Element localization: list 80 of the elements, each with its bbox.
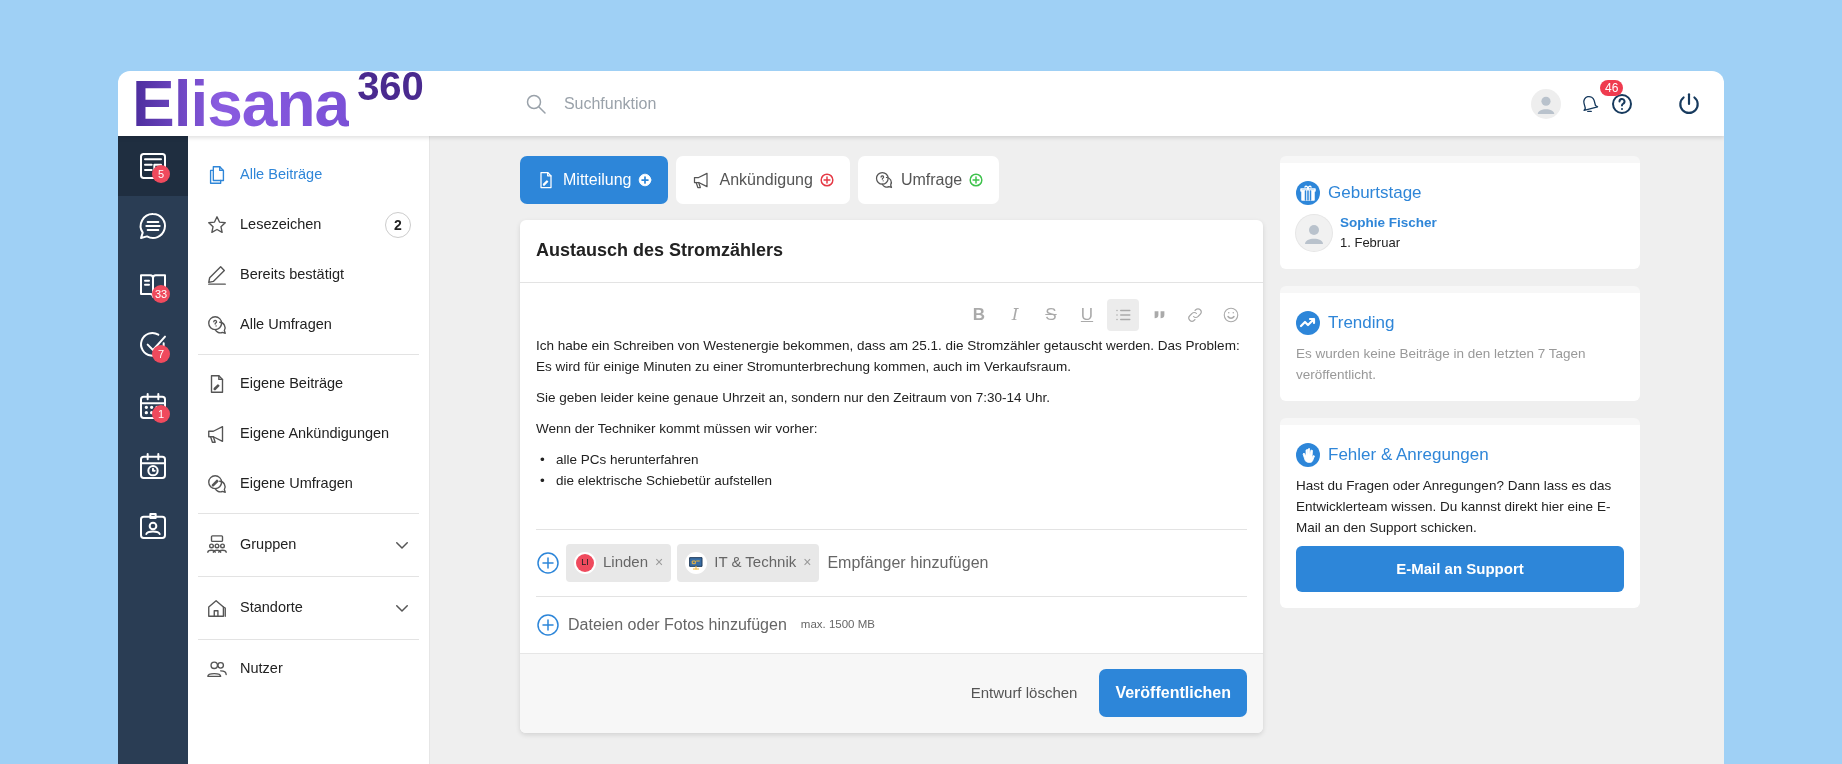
chip-label: IT & Technik <box>714 552 797 573</box>
plus-circle-icon <box>536 550 560 575</box>
body-paragraph: Sie geben leider keine genaue Uhrzeit an, sondern nur den Zeitraum von 7:30-14 Uhr. <box>536 388 1052 407</box>
bullet-item: alle PCs herunterfahren <box>556 450 699 469</box>
widget-text: Es wurden keine Beiträge in den letzten 7 Tagen veröffentlicht. <box>1296 344 1587 384</box>
help-icon <box>1610 91 1634 116</box>
count-badge: 33 <box>152 285 171 303</box>
rail-item[interactable]: 5 <box>118 136 188 196</box>
bullet-item: die elektrische Schiebetür aufstellen <box>556 471 773 490</box>
remove-recipient-button[interactable]: × <box>803 552 812 574</box>
trend-chart-icon <box>1296 310 1320 335</box>
pen-bubbles-icon <box>206 473 228 495</box>
rail-item[interactable]: 7 <box>118 316 188 376</box>
monitor-icon <box>688 554 705 571</box>
count-badge: 5 <box>152 165 170 183</box>
star-icon <box>206 214 228 236</box>
email-support-button[interactable]: E-Mail an Support <box>1296 545 1624 592</box>
sidebar-item[interactable]: Nutzer <box>198 644 419 694</box>
birthday-date: 1. Februar <box>1340 234 1401 253</box>
widget-text: Hast du Fragen oder Anregungen? Dann lass es das Entwicklerteam wissen. Du kannst direkt hier eine E-Mail an den Support schicken. <box>1296 476 1613 537</box>
initials-avatar: LI <box>576 553 594 572</box>
post-type-tab[interactable]: Umfrage <box>857 156 1000 204</box>
person-avatar <box>1296 214 1332 251</box>
help-button[interactable] <box>1610 91 1634 116</box>
widget-title: Fehler & Anregungen <box>1328 444 1489 465</box>
body-paragraph: Ich habe ein Schreiben von Westenergie bekommen, dass am 25.1. die Stromzähler getauscht werden. Das Problem: Es wird für einige Minuten zu einer Stromunterbrechung kommen, auch im Verkaufsraum. <box>536 336 1241 376</box>
waving-hand-icon <box>1296 442 1320 467</box>
sidebar-item[interactable]: Lesezeichen 2 <box>198 200 419 250</box>
format-button[interactable]: U <box>1071 298 1103 331</box>
sidebar-item[interactable]: Bereits bestätigt <box>198 250 419 300</box>
format-button[interactable]: S <box>1035 298 1067 331</box>
news-icon <box>137 150 169 182</box>
recipient-field[interactable]: Empfänger hinzufügen <box>825 549 1026 576</box>
add-recipient-button[interactable] <box>536 550 560 575</box>
person-name-link[interactable]: Sophie Fischer <box>1340 213 1437 234</box>
post-type-tab[interactable]: Mitteilung <box>520 156 669 204</box>
bullet-marker: • <box>540 471 546 490</box>
sidebar-item[interactable]: Gruppen <box>198 518 419 572</box>
file-size-limit: max. 1500 MB <box>800 616 875 632</box>
body-paragraph: Wenn der Techniker kommt müssen wir vorher: <box>536 419 819 438</box>
widget-title: Geburtstage <box>1328 182 1422 204</box>
plus-circle-icon <box>536 612 560 637</box>
publish-button[interactable]: Veröffentlichen <box>1099 669 1247 718</box>
remove-recipient-button[interactable]: × <box>655 552 664 574</box>
notification-count-badge: 46 <box>1600 80 1624 97</box>
question-bubbles-icon <box>873 170 894 190</box>
discard-draft-button[interactable]: Entwurf löschen <box>964 680 1084 706</box>
post-title: Austausch des Stromzählers <box>520 220 1263 283</box>
sidebar-item[interactable]: Eigene Umfragen <box>198 459 419 509</box>
rail-item[interactable]: 1 <box>118 376 188 436</box>
sidebar-item[interactable]: Eigene Ankündigungen <box>198 409 419 459</box>
sidebar-item[interactable]: Eigene Beiträge <box>198 359 419 409</box>
people-group-icon <box>206 534 228 556</box>
house-icon <box>206 597 228 619</box>
bullet-marker: • <box>540 450 546 469</box>
count-badge: 7 <box>152 345 170 363</box>
id-badge-icon <box>137 510 169 542</box>
rail-item[interactable]: 33 <box>118 256 188 316</box>
format-button[interactable]: B <box>963 298 995 331</box>
calendar-icon <box>137 390 169 422</box>
add-files-button[interactable]: Dateien oder Fotos hinzufügen <box>536 612 787 637</box>
sidebar-item[interactable]: Alle Beiträge <box>198 150 419 200</box>
smiley-icon <box>1222 305 1240 324</box>
link-icon <box>1186 305 1204 324</box>
logout-button[interactable] <box>1676 90 1702 117</box>
chip-label: Linden <box>603 552 649 573</box>
post-type-tab[interactable]: Ankündigung <box>676 156 850 204</box>
chat-bubble-icon <box>137 210 169 242</box>
calendar-clock-icon <box>137 450 169 482</box>
sidebar-item[interactable]: Alle Umfragen <box>198 300 419 350</box>
format-button[interactable]: I <box>999 298 1031 331</box>
gift-icon <box>1296 181 1320 205</box>
widget-title: Trending <box>1328 312 1395 333</box>
count-badge: 1 <box>152 405 170 423</box>
users-icon <box>206 658 228 680</box>
sidebar-item[interactable]: Standorte <box>198 581 419 635</box>
pencil-icon <box>206 264 228 286</box>
power-icon <box>1676 90 1702 117</box>
logo-superscript: 360 <box>357 71 424 106</box>
question-bubbles-icon <box>206 314 228 336</box>
